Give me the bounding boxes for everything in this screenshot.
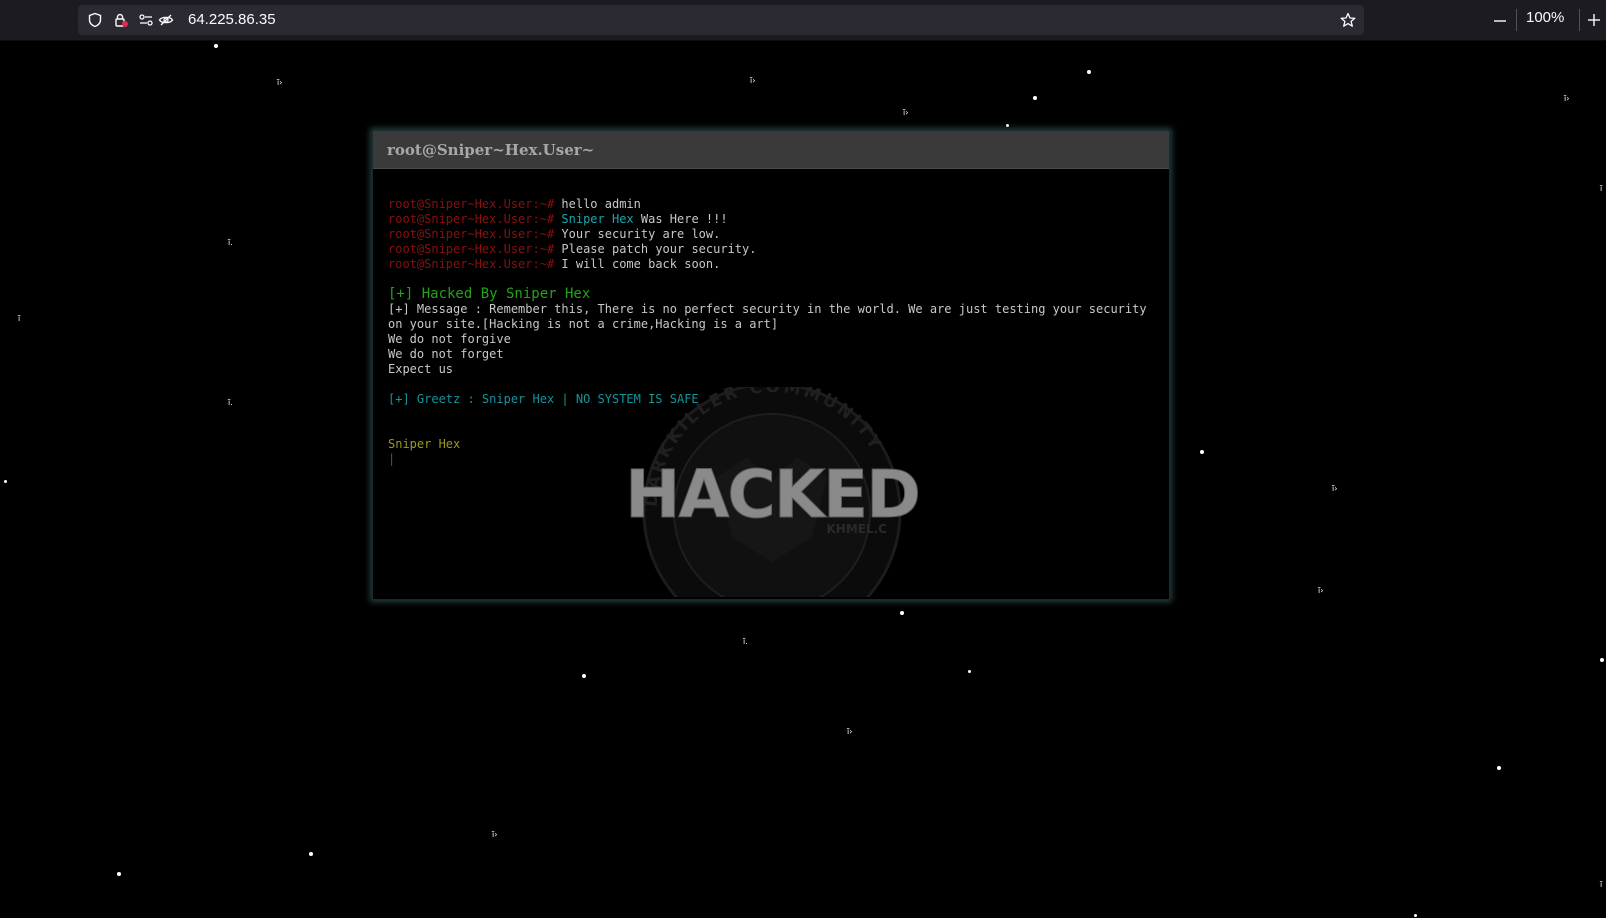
star-dot xyxy=(309,852,313,856)
star-glyph: ĩ› xyxy=(903,108,909,117)
greetz-line: [+] Greetz : Sniper Hex | NO SYSTEM IS S… xyxy=(388,392,699,406)
toolbar-divider xyxy=(1579,9,1580,31)
shell-prompt: root@Sniper~Hex.User:~# xyxy=(388,227,555,241)
terminal-window: root@Sniper~Hex.User~ DARKKILLER COMMUNI… xyxy=(372,130,1170,600)
command-text: I will come back soon. xyxy=(561,257,721,271)
star-dot xyxy=(1414,914,1417,917)
star-glyph: ĩ› xyxy=(1318,586,1324,595)
command-line: root@Sniper~Hex.User:~# I will come back… xyxy=(388,257,1154,272)
command-line: root@Sniper~Hex.User:~# Your security ar… xyxy=(388,227,1154,242)
permissions-icon[interactable] xyxy=(138,12,154,28)
slogan-line: Expect us xyxy=(388,362,454,376)
star-glyph: ĩ› xyxy=(1332,484,1338,493)
command-text: Was Here !!! xyxy=(633,212,728,226)
command-text: Your security are low. xyxy=(561,227,721,241)
star-glyph: ĩ. xyxy=(743,637,748,646)
lock-warning-icon[interactable] xyxy=(113,12,129,28)
star-dot xyxy=(1087,70,1091,74)
plus-icon[interactable] xyxy=(1586,12,1602,28)
terminal-body: root@Sniper~Hex.User:~# hello admin root… xyxy=(373,169,1169,467)
star-dot xyxy=(1200,450,1204,454)
star-glyph: ĩ› xyxy=(277,78,283,87)
logo-sub-text: KHMEL.C xyxy=(827,522,888,536)
star-glyph: ĩ xyxy=(1600,184,1603,193)
toolbar-divider xyxy=(1516,9,1517,31)
text-cursor: | xyxy=(388,452,396,466)
signature-text: Sniper Hex xyxy=(388,437,461,451)
star-dot xyxy=(1006,124,1009,127)
slogan-line: We do not forget xyxy=(388,347,504,361)
star-dot xyxy=(117,872,121,876)
command-line: root@Sniper~Hex.User:~# hello admin xyxy=(388,197,1154,212)
command-line: root@Sniper~Hex.User:~# Sniper Hex Was H… xyxy=(388,212,1154,227)
star-icon[interactable] xyxy=(1340,12,1356,28)
star-glyph: ĩ. xyxy=(228,238,233,247)
star-dot xyxy=(968,670,971,673)
shell-prompt: root@Sniper~Hex.User:~# xyxy=(388,257,555,271)
star-dot xyxy=(1033,96,1037,100)
minus-icon[interactable] xyxy=(1492,13,1508,29)
shell-prompt: root@Sniper~Hex.User:~# xyxy=(388,197,555,211)
zoom-level[interactable]: 100% xyxy=(1526,9,1564,26)
star-dot xyxy=(582,674,586,678)
star-dot xyxy=(4,480,7,483)
star-glyph: ĩ› xyxy=(750,76,756,85)
command-line: root@Sniper~Hex.User:~# Please patch you… xyxy=(388,242,1154,257)
command-text: Please patch your security. xyxy=(561,242,757,256)
star-dot xyxy=(214,44,218,48)
star-dot xyxy=(1497,766,1501,770)
slogan-line: We do not forgive xyxy=(388,332,511,346)
star-dot xyxy=(900,611,904,615)
terminal-header: root@Sniper~Hex.User~ xyxy=(373,131,1169,169)
command-text: hello admin xyxy=(561,197,641,211)
hacked-by-heading: [+] Hacked By Sniper Hex xyxy=(388,286,591,302)
star-glyph: ĩ› xyxy=(492,830,498,839)
star-glyph: ĩ xyxy=(18,314,21,323)
browser-toolbar: 64.225.86.35 100% xyxy=(0,0,1606,41)
url-bar[interactable]: 64.225.86.35 xyxy=(78,5,1364,35)
star-glyph: ĩ. xyxy=(228,398,233,407)
shell-prompt: root@Sniper~Hex.User:~# xyxy=(388,242,555,256)
shield-icon[interactable] xyxy=(87,12,103,28)
url-text[interactable]: 64.225.86.35 xyxy=(188,11,276,28)
message-text: [+] Message : Remember this, There is no… xyxy=(388,302,1147,331)
star-glyph: ĩ xyxy=(1600,880,1603,889)
tracking-blocked-icon[interactable] xyxy=(158,12,174,28)
command-highlight: Sniper Hex xyxy=(561,212,634,226)
shell-prompt: root@Sniper~Hex.User:~# xyxy=(388,212,555,226)
star-glyph: ĩ› xyxy=(1564,94,1570,103)
star-dot xyxy=(1600,658,1604,662)
star-glyph: ĩ› xyxy=(847,727,853,736)
terminal-title: root@Sniper~Hex.User~ xyxy=(387,141,595,159)
